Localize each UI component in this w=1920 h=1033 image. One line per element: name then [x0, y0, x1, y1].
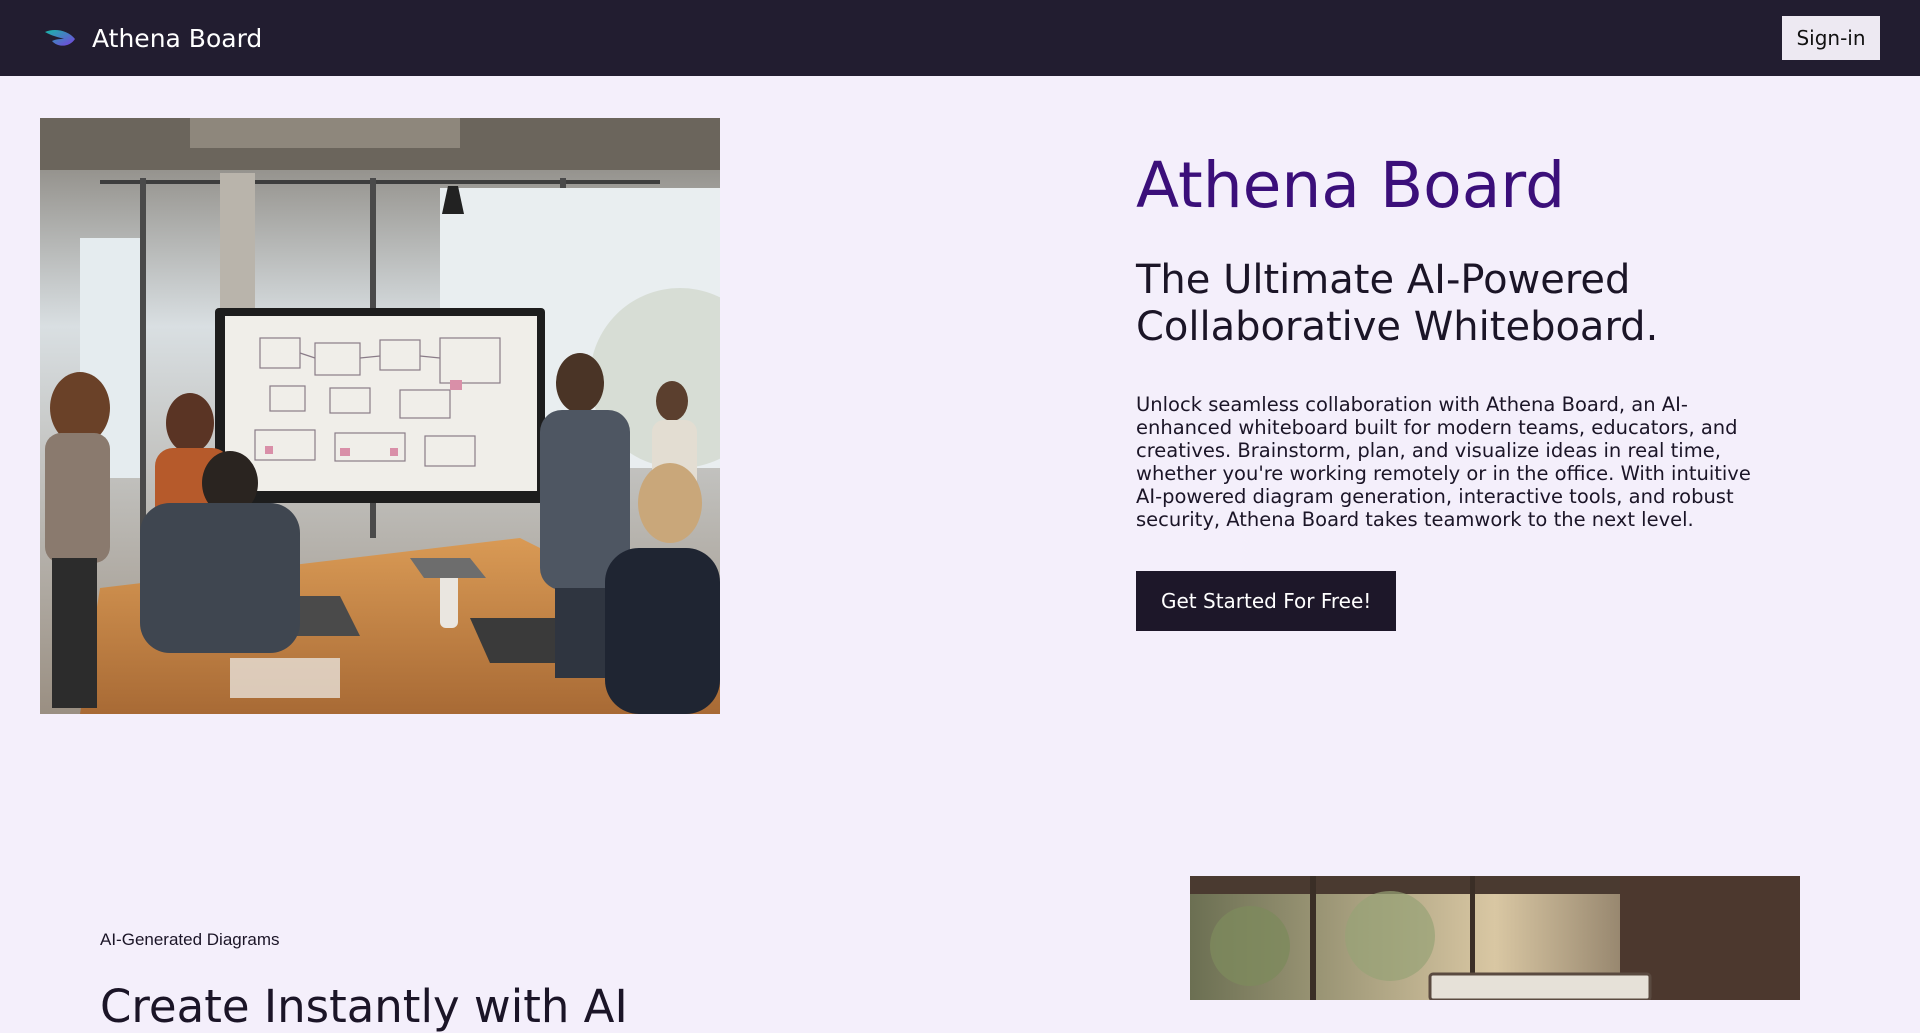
hero-title: Athena Board	[1136, 149, 1566, 222]
feature-tag: AI-Generated Diagrams	[100, 930, 280, 949]
feature-heading: Create Instantly with AI	[100, 980, 628, 1033]
get-started-button[interactable]: Get Started For Free!	[1136, 571, 1397, 631]
hero-section: Athena Board The Ultimate AI-Powered Col…	[1136, 148, 1786, 631]
hero-subtitle: The Ultimate AI-Powered Collaborative Wh…	[1136, 257, 1659, 350]
top-navbar: Athena Board Sign-in	[0, 0, 1920, 76]
brand-link[interactable]: Athena Board	[44, 0, 262, 76]
feature-office-photo	[1190, 876, 1800, 1000]
feather-logo-icon	[45, 30, 75, 46]
brand-name: Athena Board	[92, 23, 263, 53]
sign-in-button[interactable]: Sign-in	[1782, 16, 1880, 60]
hero-team-photo	[40, 118, 720, 714]
hero-description: Unlock seamless collaboration with Athen…	[1136, 393, 1751, 531]
